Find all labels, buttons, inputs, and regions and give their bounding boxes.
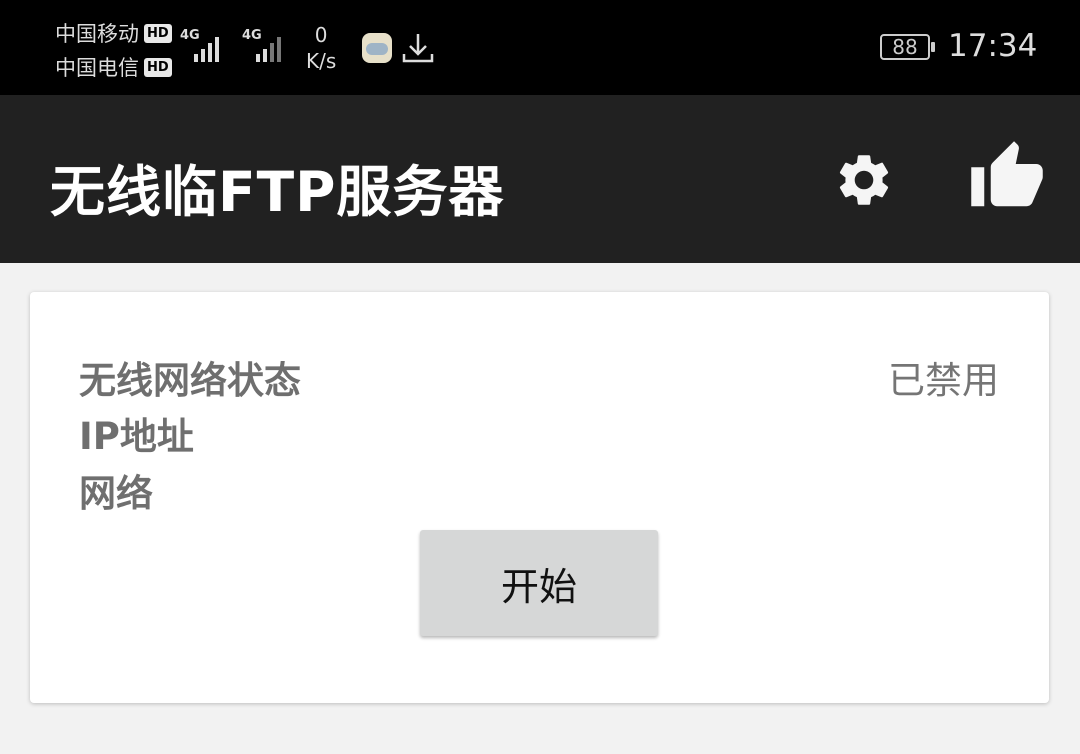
like-button[interactable] xyxy=(962,139,1052,215)
ip-address-label: IP地址 xyxy=(79,415,194,458)
network-label: 网络 xyxy=(79,472,153,515)
start-button[interactable]: 开始 xyxy=(420,530,658,636)
app-toolbar: 无线临FTP服务器 xyxy=(0,95,1080,263)
battery-level: 88 xyxy=(892,35,918,59)
hd-badge: HD xyxy=(144,23,172,43)
carrier-1: 中国移动 HD xyxy=(55,16,172,50)
status-bar: 中国移动 HD 中国电信 HD 4G 4G 0 K/s 88 17:34 xyxy=(0,0,1080,95)
wifi-status-label: 无线网络状态 xyxy=(79,359,301,402)
network-speed: 0 K/s xyxy=(306,22,336,74)
speed-unit: K/s xyxy=(306,49,337,73)
gear-icon xyxy=(839,155,889,205)
thumbs-up-icon xyxy=(971,141,1043,207)
carrier-1-name: 中国移动 xyxy=(55,22,139,46)
weather-icon xyxy=(362,33,392,63)
hd-badge: HD xyxy=(144,57,172,77)
clock: 17:34 xyxy=(948,28,1038,64)
carrier-info: 中国移动 HD 中国电信 HD xyxy=(55,16,172,84)
download-icon xyxy=(400,30,436,70)
speed-value: 0 xyxy=(314,23,328,47)
settings-button[interactable] xyxy=(826,145,902,215)
carrier-2: 中国电信 HD xyxy=(55,50,172,84)
app-title: 无线临FTP服务器 xyxy=(50,160,505,224)
battery-icon: 88 xyxy=(880,34,935,60)
carrier-2-name: 中国电信 xyxy=(55,56,139,80)
wifi-status-value: 已禁用 xyxy=(888,359,999,402)
server-status-card: 无线网络状态 已禁用 IP地址 网络 开始 xyxy=(30,292,1049,703)
